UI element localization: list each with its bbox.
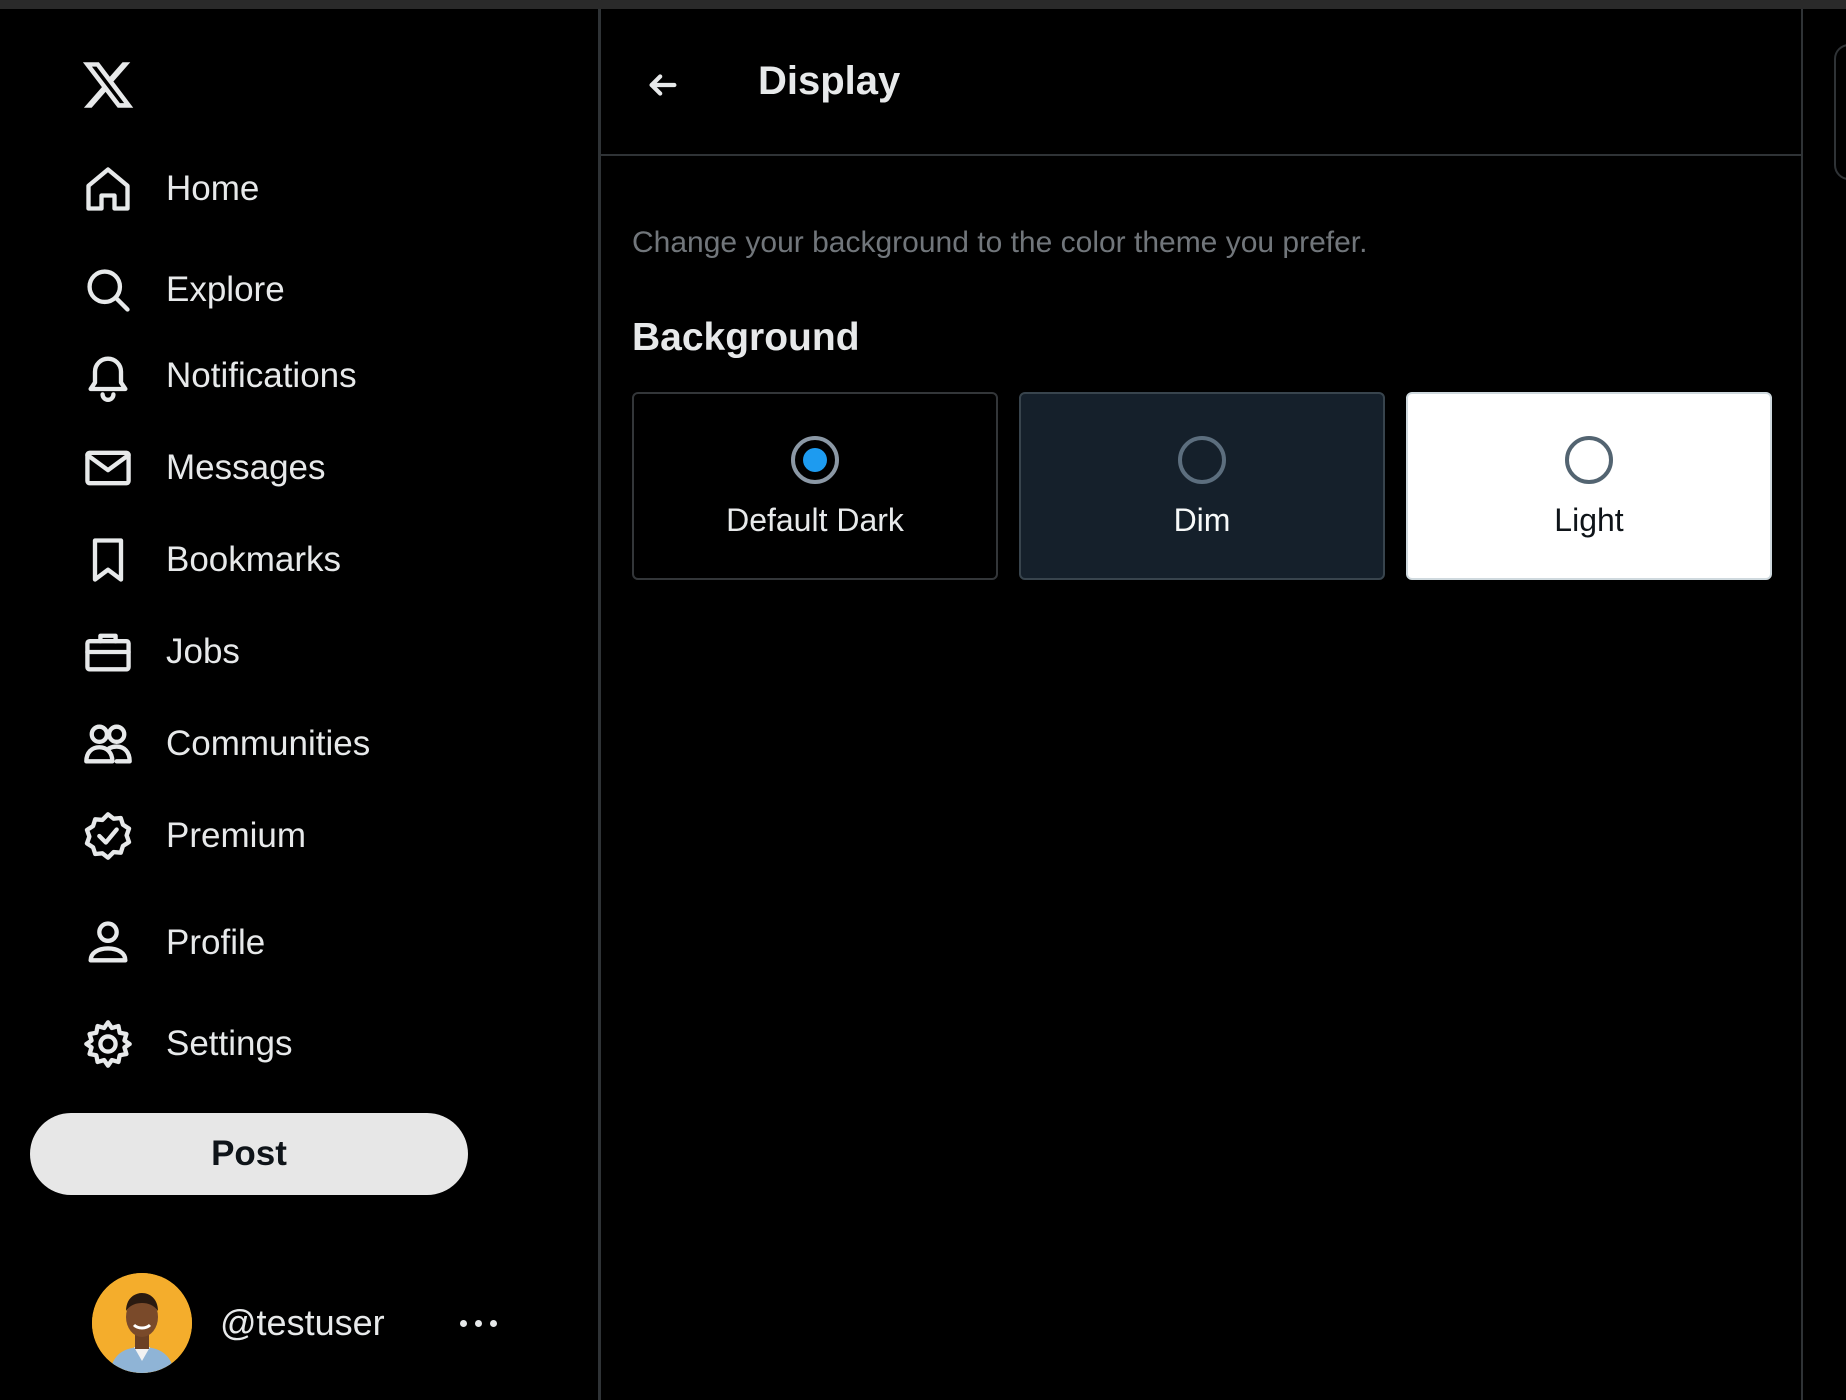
column-divider: [598, 9, 601, 1400]
background-section-title: Background: [632, 316, 860, 359]
sidebar-item-label: Jobs: [166, 632, 240, 671]
display-description: Change your background to the color them…: [632, 226, 1368, 259]
option-label: Light: [1554, 502, 1624, 538]
sidebar-item-label: Notifications: [166, 356, 357, 395]
option-label: Dim: [1173, 502, 1231, 538]
people-icon: [76, 712, 140, 776]
sidebar-item-settings[interactable]: Settings: [76, 1009, 292, 1079]
page-title: Display: [758, 59, 901, 103]
sidebar-item-label: Premium: [166, 816, 307, 855]
sidebar-item-jobs[interactable]: Jobs: [76, 617, 240, 687]
account-handle: @testuser: [220, 1302, 385, 1343]
arrow-left-icon[interactable]: [637, 59, 689, 111]
more-horizontal-icon[interactable]: [448, 1303, 508, 1343]
window-top-bar: [0, 0, 1846, 9]
post-button[interactable]: Post: [30, 1113, 468, 1195]
gear-icon: [76, 1012, 140, 1076]
column-divider: [1801, 9, 1803, 1400]
sidebar-item-messages[interactable]: Messages: [76, 433, 326, 503]
sidebar-item-label: Messages: [166, 448, 326, 487]
sidebar-item-communities[interactable]: Communities: [76, 709, 370, 779]
avatar: [92, 1273, 192, 1373]
sidebar-item-label: Profile: [166, 923, 266, 962]
sidebar-item-label: Home: [166, 169, 260, 208]
sidebar-item-premium[interactable]: Premium: [76, 801, 306, 871]
person-icon: [76, 911, 140, 975]
sidebar-item-label: Explore: [166, 270, 285, 309]
bookmark-icon: [76, 528, 140, 592]
sidebar: Home Explore Notifications Messages Book…: [0, 9, 600, 1400]
radio-unselected[interactable]: [1178, 436, 1226, 484]
sidebar-item-label: Communities: [166, 724, 371, 763]
verified-badge-icon: [76, 804, 140, 868]
right-panel-edge: [1834, 44, 1846, 180]
sidebar-item-profile[interactable]: Profile: [76, 908, 265, 978]
bell-icon: [76, 344, 140, 408]
sidebar-item-bookmarks[interactable]: Bookmarks: [76, 525, 341, 595]
envelope-icon: [76, 436, 140, 500]
background-option-light[interactable]: Light: [1406, 392, 1772, 580]
option-label: Default Dark: [726, 502, 904, 538]
account-switcher[interactable]: @testuser: [92, 1273, 512, 1373]
search-icon: [76, 258, 140, 322]
sidebar-item-notifications[interactable]: Notifications: [76, 341, 357, 411]
radio-selected[interactable]: [791, 436, 839, 484]
background-option-dim[interactable]: Dim: [1019, 392, 1385, 580]
radio-unselected[interactable]: [1565, 436, 1613, 484]
page-header: Display: [601, 9, 1801, 156]
background-option-default-dark[interactable]: Default Dark: [632, 392, 998, 580]
briefcase-icon: [76, 620, 140, 684]
sidebar-item-home[interactable]: Home: [76, 154, 259, 224]
sidebar-item-explore[interactable]: Explore: [76, 255, 285, 325]
sidebar-item-label: Settings: [166, 1024, 293, 1063]
home-icon: [76, 157, 140, 221]
sidebar-item-label: Bookmarks: [166, 540, 342, 579]
x-logo[interactable]: [80, 57, 136, 113]
